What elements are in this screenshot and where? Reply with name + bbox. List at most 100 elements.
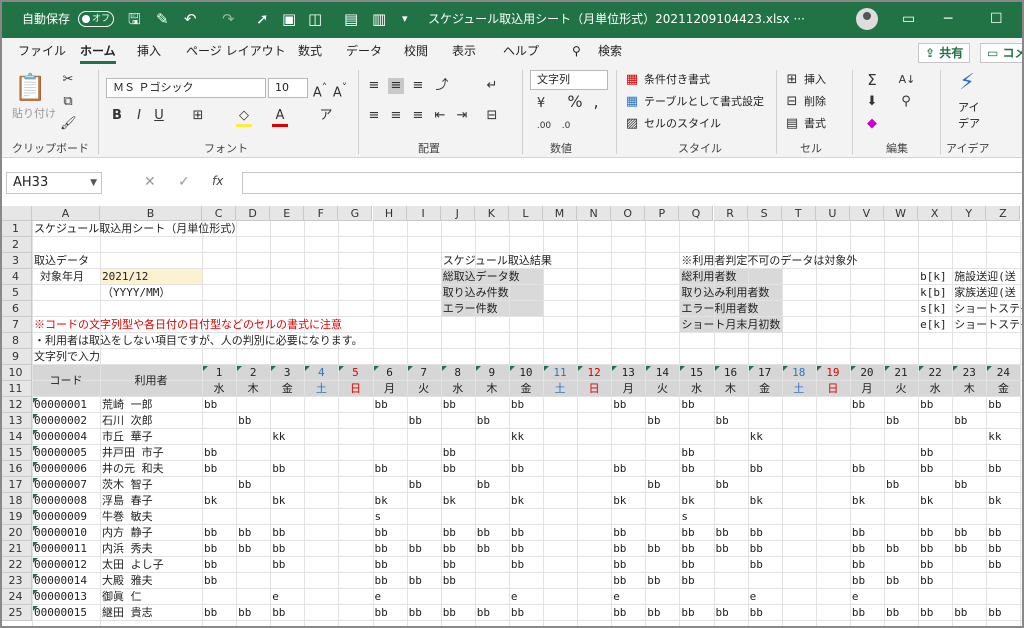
search-label[interactable]: 検索 [598, 38, 622, 66]
user-code-cell[interactable]: 00000012 [32, 557, 87, 573]
schedule-cell[interactable]: bb [748, 525, 763, 541]
schedule-cell[interactable]: bb [509, 605, 524, 621]
schedule-cell[interactable]: bb [441, 525, 456, 541]
schedule-cell[interactable]: e [748, 589, 757, 605]
code-legend-desc-y4[interactable]: 施設送迎(送 [952, 269, 1016, 285]
cut-icon[interactable]: ✂ [60, 72, 76, 88]
decrease-decimal-icon[interactable]: .0 [556, 118, 576, 134]
align-middle-icon[interactable]: ≡ [388, 78, 404, 94]
schedule-cell[interactable]: bb [270, 557, 285, 573]
user-code-cell[interactable]: 00000014 [32, 573, 87, 589]
schedule-cell[interactable]: bb [373, 525, 388, 541]
schedule-cell[interactable]: bb [952, 605, 967, 621]
user-note-row[interactable]: ・利用者は取込をしない項目ですが、人の判別に必要になります。 [32, 333, 363, 349]
row-header-21[interactable]: 21 [0, 541, 32, 557]
schedule-cell[interactable]: bb [986, 525, 1001, 541]
user-name-cell[interactable]: 太田 よし子 [100, 557, 164, 573]
format-table-button[interactable]: テーブルとして書式設定 [644, 94, 764, 110]
col-header-E[interactable]: E [270, 206, 305, 221]
autosum-icon[interactable]: Σ [864, 72, 880, 88]
paste-label[interactable]: 貼り付け [12, 106, 56, 122]
schedule-cell[interactable]: bb [850, 605, 865, 621]
schedule-cell[interactable]: kk [748, 429, 763, 445]
schedule-cell[interactable]: bb [986, 461, 1001, 477]
day-weekday[interactable]: 金 [509, 381, 543, 397]
col-header-C[interactable]: C [202, 206, 237, 221]
schedule-cell[interactable]: bb [679, 541, 694, 557]
align-top-icon[interactable]: ≡ [366, 78, 382, 94]
document2-icon[interactable]: ▥ [372, 0, 386, 38]
qat-menu-icon[interactable]: ▾ [402, 0, 408, 38]
schedule-cell[interactable]: bb [236, 605, 251, 621]
row-header-16[interactable]: 16 [0, 461, 32, 477]
col-header-F[interactable]: F [304, 206, 339, 221]
undo-icon[interactable]: ↶ [184, 0, 197, 38]
schedule-cell[interactable]: bb [679, 397, 694, 413]
row-header-24[interactable]: 24 [0, 589, 32, 605]
total-import-count-label[interactable]: 総取込データ数 [441, 269, 520, 285]
tab-data[interactable]: データ [346, 38, 382, 66]
schedule-cell[interactable]: bb [441, 573, 456, 589]
search-icon[interactable]: ⚲ [572, 38, 581, 66]
col-header-J[interactable]: J [440, 206, 475, 221]
schedule-cell[interactable]: e [611, 589, 620, 605]
code-legend-desc-y5[interactable]: 家族送迎(送 [952, 285, 1016, 301]
schedule-cell[interactable]: bb [679, 573, 694, 589]
col-header-Z[interactable]: Z [986, 206, 1021, 221]
schedule-cell[interactable]: bb [202, 445, 217, 461]
align-right-icon[interactable]: ≡ [410, 108, 426, 124]
shapes-icon[interactable]: ◫ [308, 0, 322, 38]
schedule-cell[interactable]: bb [441, 605, 456, 621]
sheet-title-cell[interactable]: スケジュール取込用シート（月単位形式） [32, 221, 242, 237]
row-header-1[interactable]: 1 [0, 221, 32, 237]
user-note-cell[interactable]: ※利用者判定不可のデータは対象外 [679, 253, 857, 269]
schedule-cell[interactable]: bb [236, 477, 251, 493]
user-name-cell[interactable]: 荒崎 一郎 [100, 397, 153, 413]
total-users-label[interactable]: 総利用者数 [679, 269, 736, 285]
schedule-cell[interactable]: kk [509, 429, 524, 445]
row-header-14[interactable]: 14 [0, 429, 32, 445]
schedule-cell[interactable]: bb [441, 557, 456, 573]
target-month-label[interactable]: 対象年月 [32, 269, 84, 285]
schedule-cell[interactable]: bb [918, 573, 933, 589]
code-legend-desc-y7[interactable]: ショートステイ [952, 317, 1024, 333]
day-weekday[interactable]: 木 [714, 381, 748, 397]
schedule-cell[interactable]: bb [441, 541, 456, 557]
currency-icon[interactable]: ¥ [532, 96, 550, 112]
user-name-cell[interactable]: 内浜 秀夫 [100, 541, 153, 557]
schedule-cell[interactable]: bb [373, 605, 388, 621]
col-header-Q[interactable]: Q [679, 206, 714, 221]
schedule-cell[interactable]: bb [714, 525, 729, 541]
save-icon[interactable]: 🖫 [128, 0, 141, 38]
row-header-22[interactable]: 22 [0, 557, 32, 573]
row-header-9[interactable]: 9 [0, 349, 32, 365]
schedule-cell[interactable]: e [850, 589, 859, 605]
col-header-N[interactable]: N [577, 206, 612, 221]
copy-icon[interactable]: ⧉ [60, 94, 76, 110]
row-header-23[interactable]: 23 [0, 573, 32, 589]
share-button[interactable]: ⇪ 共有 [918, 43, 971, 63]
col-header-M[interactable]: M [543, 206, 578, 221]
ideas-label2[interactable]: デア [958, 116, 980, 132]
maximize-icon[interactable]: ☐ [990, 0, 1003, 38]
user-name-cell[interactable]: 継田 貴志 [100, 605, 153, 621]
schedule-cell[interactable]: bk [373, 493, 388, 509]
redo-icon[interactable]: ↷ [222, 0, 235, 38]
formula-input[interactable] [242, 172, 1024, 194]
code-column-header[interactable]: コード [32, 373, 100, 389]
user-code-cell[interactable]: 00000008 [32, 493, 87, 509]
col-header-T[interactable]: T [781, 206, 816, 221]
schedule-cell[interactable]: bb [748, 461, 763, 477]
day-weekday[interactable]: 土 [304, 381, 338, 397]
day-weekday[interactable]: 日 [577, 381, 611, 397]
day-weekday[interactable]: 水 [679, 381, 713, 397]
schedule-cell[interactable]: bb [270, 605, 285, 621]
user-name-cell[interactable]: 大殿 雅夫 [100, 573, 153, 589]
find-icon[interactable]: ⚲ [898, 94, 914, 110]
short-month-count-label[interactable]: ショート月末月初数 [679, 317, 780, 333]
schedule-cell[interactable]: bb [202, 557, 217, 573]
col-header-U[interactable]: U [815, 206, 850, 221]
user-name-cell[interactable]: 井の元 和夫 [100, 461, 164, 477]
format-painter-icon[interactable]: 🖌 [60, 116, 77, 132]
insert-cells-button[interactable]: 挿入 [804, 72, 826, 88]
